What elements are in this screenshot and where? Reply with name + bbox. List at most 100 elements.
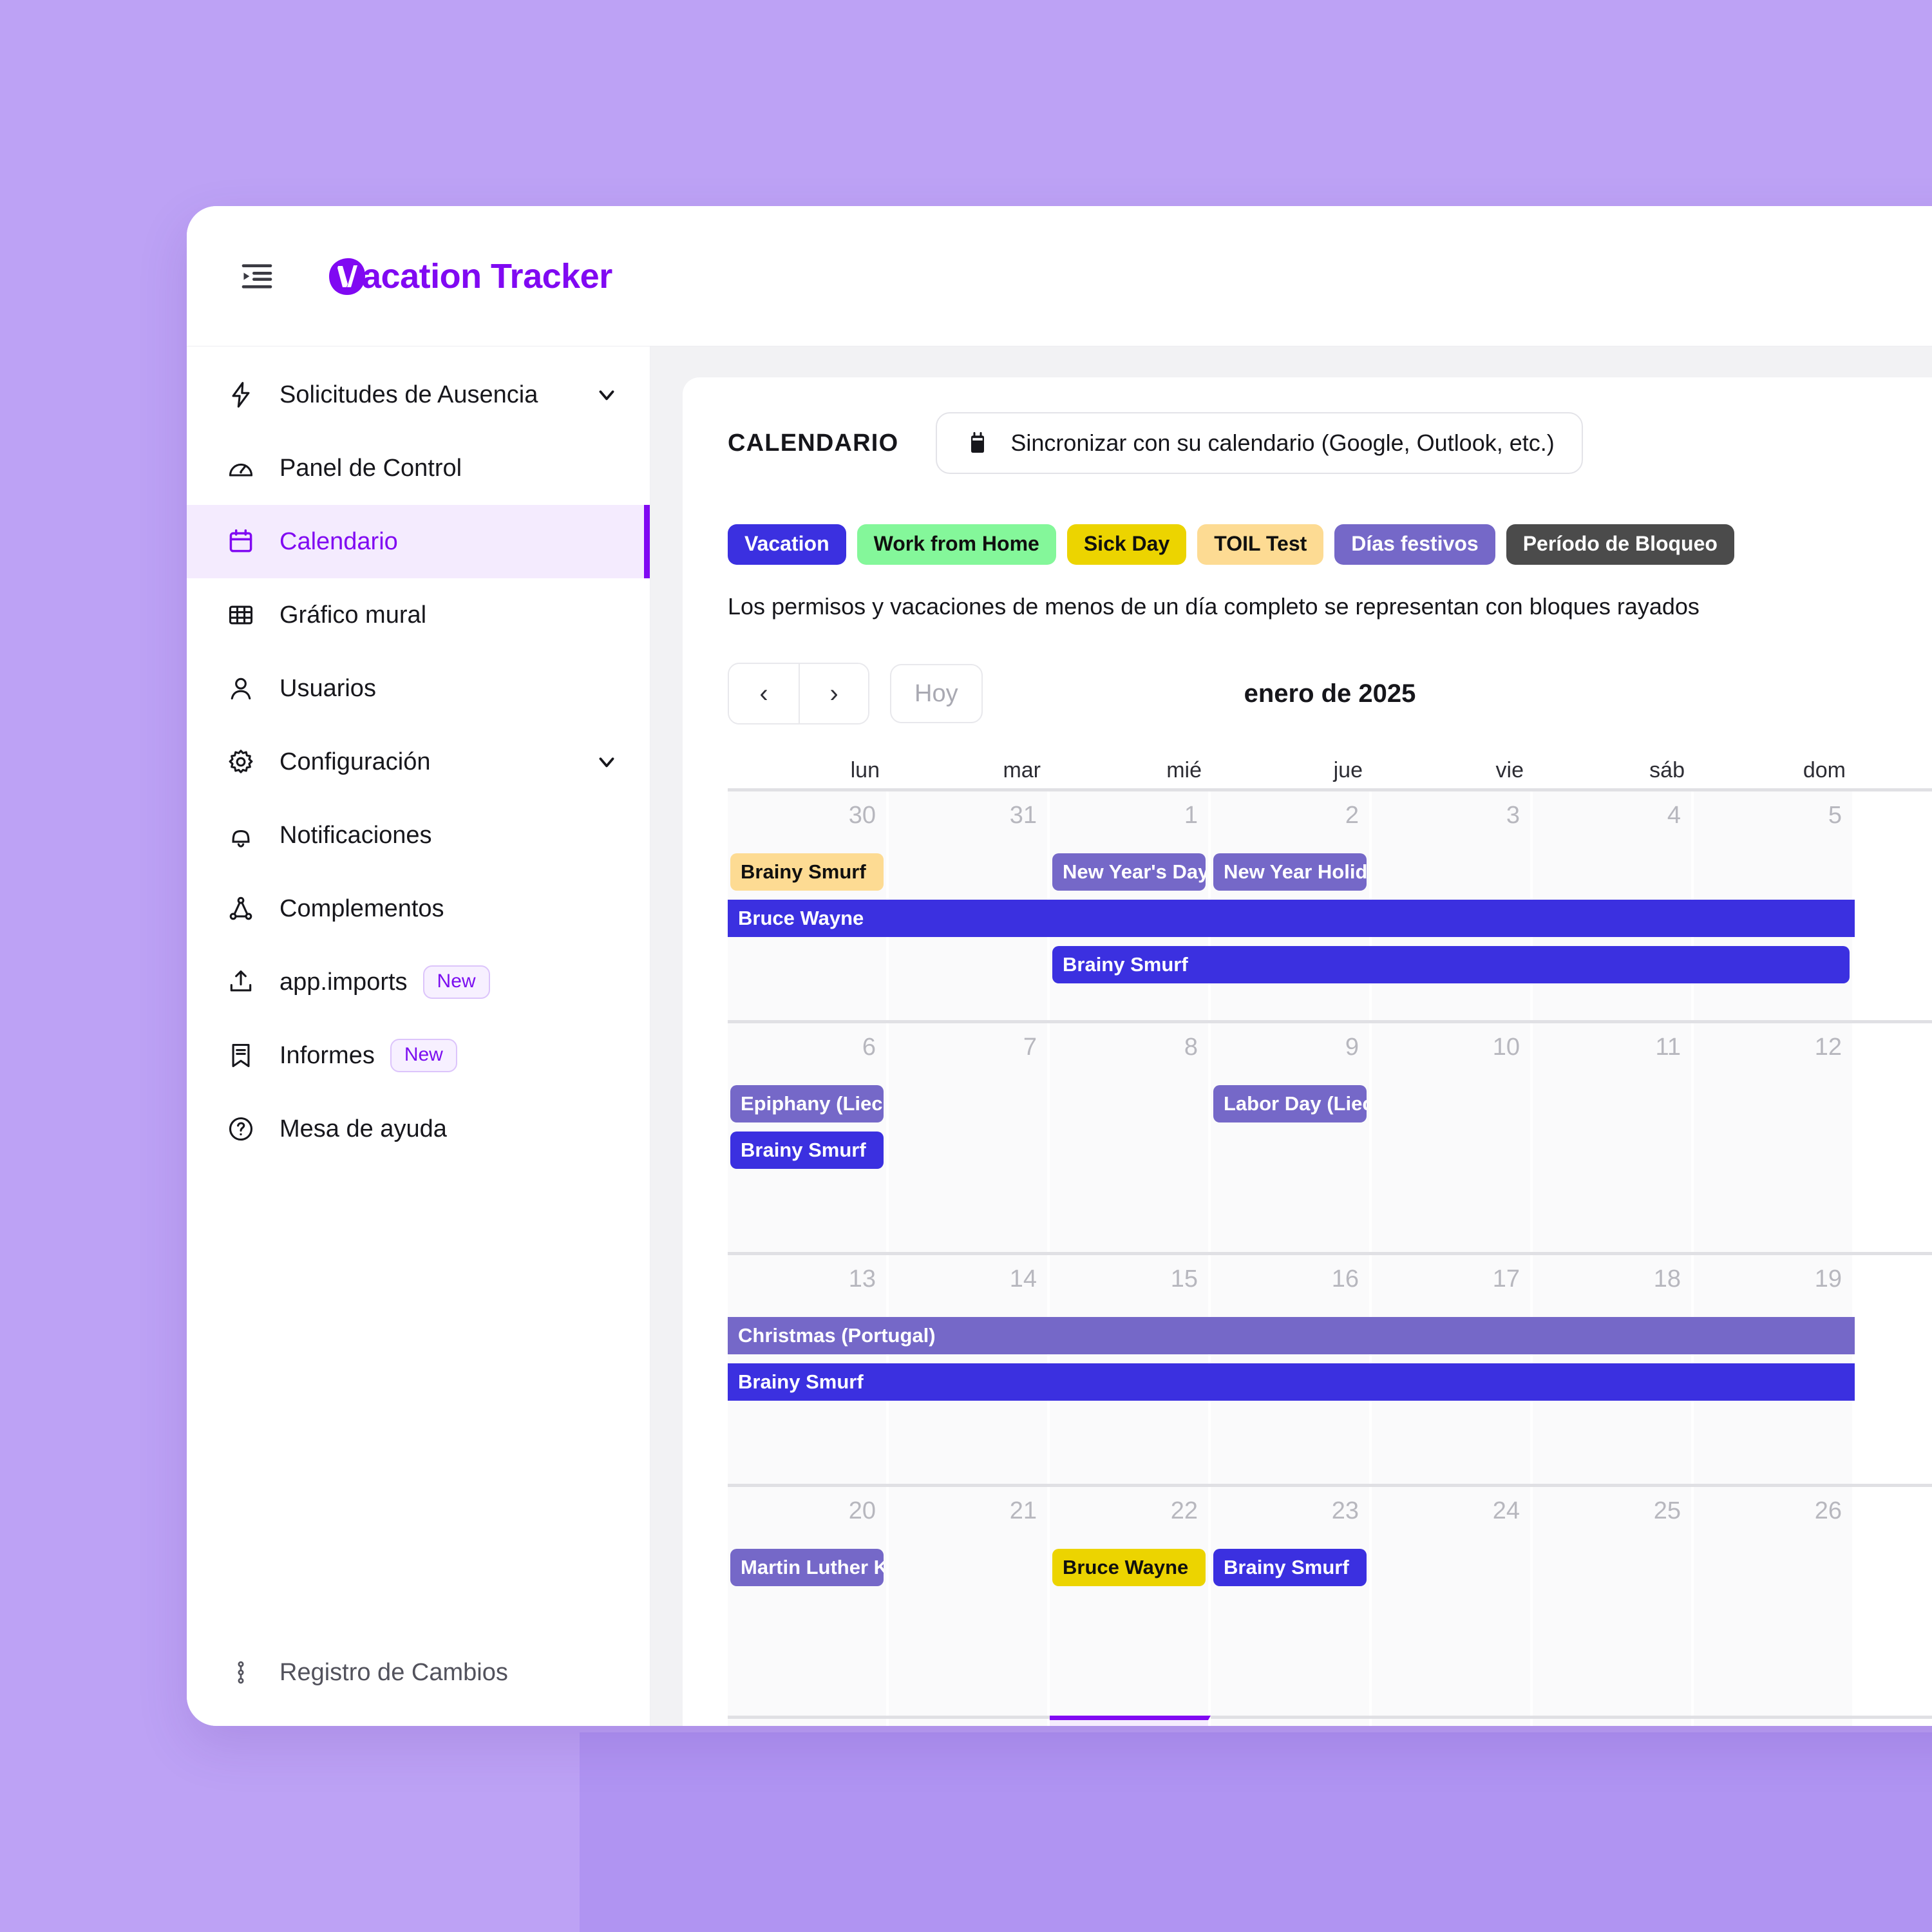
- sidebar-item-informes[interactable]: Informes New: [187, 1019, 650, 1092]
- calendar-event[interactable]: Epiphany (Liechtenstein ,: [730, 1085, 884, 1122]
- legend-pill-vacation[interactable]: Vacation: [728, 524, 846, 565]
- sync-calendar-button[interactable]: Sincronizar con su calendario (Google, O…: [936, 412, 1583, 474]
- sidebar-item-label: app.imports: [279, 968, 408, 996]
- calendar-day-cell[interactable]: 12: [1694, 1023, 1855, 1252]
- calendar-day-cell[interactable]: 31: [1372, 1719, 1533, 1726]
- calendar-day-cell[interactable]: 22: [1050, 1487, 1211, 1716]
- calendar-day-cell[interactable]: 2: [1694, 1719, 1855, 1726]
- calendar-day-cell[interactable]: 26: [1694, 1487, 1855, 1716]
- day-number: 7: [1023, 1034, 1037, 1061]
- calendar-event[interactable]: New Year Holiday (Spain): [1213, 853, 1367, 891]
- day-number: 27: [728, 1719, 886, 1726]
- calendar-event[interactable]: Bruce Wayne: [1052, 1549, 1206, 1586]
- calendar-icon: [225, 526, 256, 557]
- day-number: 26: [1814, 1497, 1842, 1524]
- sidebar-item-mesa-de-ayuda[interactable]: Mesa de ayuda: [187, 1092, 650, 1166]
- sidebar-item-notificaciones[interactable]: Notificaciones: [187, 799, 650, 872]
- day-number: 23: [1331, 1497, 1359, 1524]
- dow-label: sáb: [1649, 758, 1685, 782]
- day-number: 17: [1492, 1265, 1520, 1293]
- legend-pill-work-from-home[interactable]: Work from Home: [857, 524, 1056, 565]
- calendar-event[interactable]: Brainy Smurf: [730, 1132, 884, 1169]
- legend-pill-dias-festivos[interactable]: Días festivos: [1334, 524, 1495, 565]
- sidebar-item-label: Solicitudes de Ausencia: [279, 381, 538, 408]
- calendar-weeks: 303112345Brainy SmurfNew Year's Day (Col…: [728, 788, 1932, 1726]
- day-number: 30: [848, 802, 876, 829]
- day-number: 30: [1211, 1719, 1369, 1726]
- share-nodes-icon: [225, 893, 256, 924]
- calendar-day-cell[interactable]: 29: [1050, 1716, 1211, 1726]
- today-button[interactable]: Hoy: [890, 664, 983, 723]
- calendar-event[interactable]: Labor Day (Liechtenstein): [1213, 1085, 1367, 1122]
- calendar-day-cell[interactable]: 20: [728, 1487, 889, 1716]
- calendar-grid: lun mar mié jue vie sáb dom 30 31 1 2 3 4 5 Bra…: [728, 758, 1932, 1726]
- calendar-event[interactable]: Bruce Wayne: [728, 900, 1855, 937]
- day-number: 21: [1009, 1497, 1037, 1524]
- brand[interactable]: acation Tracker: [327, 256, 612, 296]
- day-number: 3: [1506, 802, 1520, 829]
- app-window: acation Tracker Solicitudes de Ausencia: [187, 206, 1932, 1726]
- sidebar-collapse-button[interactable]: [237, 256, 277, 296]
- calendar-event[interactable]: Brainy Smurf: [1213, 1549, 1367, 1586]
- day-number: 1: [1184, 802, 1198, 829]
- next-month-button[interactable]: ›: [799, 664, 868, 723]
- sidebar-item-label: Gráfico mural: [279, 601, 427, 629]
- calendar-day-cell[interactable]: 24: [1372, 1487, 1533, 1716]
- sidebar-item-app-imports[interactable]: app.imports New: [187, 945, 650, 1019]
- sidebar-item-solicitudes-de-ausencia[interactable]: Solicitudes de Ausencia: [187, 358, 650, 431]
- day-number: 2: [1345, 802, 1359, 829]
- calendar-day-cell[interactable]: 10: [1372, 1023, 1533, 1252]
- calendar-day-cell[interactable]: 23: [1211, 1487, 1372, 1716]
- calendar-header: CALENDARIO Sincronizar con su calendario…: [728, 412, 1932, 474]
- document-lines-icon: [225, 1040, 256, 1071]
- sidebar-item-calendario[interactable]: Calendario: [187, 505, 650, 578]
- calendar-event[interactable]: Brainy Smurf: [1052, 946, 1850, 983]
- legend-pill-sick-day[interactable]: Sick Day: [1066, 524, 1187, 565]
- day-number: 29: [1050, 1720, 1208, 1726]
- dow-label: jue: [1333, 758, 1363, 782]
- calendar-day-cell[interactable]: 30: [1211, 1719, 1372, 1726]
- calendar-toolbar: ‹ › Hoy enero de 2025: [728, 663, 1932, 724]
- new-badge: New: [422, 965, 490, 999]
- calendar-week-row: 13 14 15 16 17 18 19 Christmas (Portugal) Brainy…: [728, 1252, 1932, 1484]
- calendar-day-cell[interactable]: 8: [1050, 1023, 1211, 1252]
- day-number: 10: [1492, 1034, 1520, 1061]
- calendar-day-cell[interactable]: 1: [1533, 1719, 1694, 1726]
- legend-pill-periodo-de-bloqueo[interactable]: Período de Bloqueo: [1506, 524, 1734, 565]
- page-title: CALENDARIO: [728, 429, 899, 457]
- calendar-event[interactable]: New Year's Day (Colorado: [1052, 853, 1206, 891]
- calendar-day-cell[interactable]: 9: [1211, 1023, 1372, 1252]
- calendar-day-cell[interactable]: 11: [1533, 1023, 1694, 1252]
- gauge-icon: [225, 453, 256, 484]
- calendar-week-cells: 272829303112: [728, 1716, 1932, 1726]
- calendar-day-cell[interactable]: 25: [1533, 1487, 1694, 1716]
- calendar-day-cell[interactable]: 28: [889, 1719, 1050, 1726]
- calendar-event[interactable]: Martin Luther King Jr. Da: [730, 1549, 884, 1586]
- calendar-day-cell[interactable]: 7: [889, 1023, 1050, 1252]
- day-number: 5: [1828, 802, 1842, 829]
- calendar-event[interactable]: Brainy Smurf: [728, 1363, 1855, 1401]
- panel-collapse-icon: [239, 258, 275, 294]
- prev-month-button[interactable]: ‹: [729, 664, 799, 723]
- sidebar-item-label: Complementos: [279, 895, 444, 922]
- sidebar-item-panel-de-control[interactable]: Panel de Control: [187, 431, 650, 505]
- sidebar-item-grafico-mural[interactable]: Gráfico mural: [187, 578, 650, 652]
- calendar-day-cell[interactable]: 27: [728, 1719, 889, 1726]
- day-number: 25: [1653, 1497, 1681, 1524]
- chevron-down-icon[interactable]: [593, 748, 620, 775]
- sidebar-item-label: Mesa de ayuda: [279, 1115, 447, 1142]
- sidebar-item-complementos[interactable]: Complementos: [187, 872, 650, 945]
- calendar-day-cell[interactable]: 21: [889, 1487, 1050, 1716]
- calendar-event[interactable]: Christmas (Portugal): [728, 1317, 1855, 1354]
- sidebar-item-configuracion[interactable]: Configuración: [187, 725, 650, 799]
- day-number: 31: [1372, 1719, 1530, 1726]
- calendar-sync-icon: [964, 430, 991, 457]
- legend-pill-toil-test[interactable]: TOIL Test: [1197, 524, 1324, 565]
- chevron-down-icon[interactable]: [593, 381, 620, 408]
- brand-name: acation Tracker: [362, 256, 612, 296]
- sidebar-item-usuarios[interactable]: Usuarios: [187, 652, 650, 725]
- day-number: 2: [1694, 1719, 1852, 1726]
- calendar-event[interactable]: Brainy Smurf: [730, 853, 884, 891]
- question-circle-icon: [225, 1113, 256, 1144]
- sidebar-item-registro-de-cambios[interactable]: Registro de Cambios: [187, 1636, 650, 1709]
